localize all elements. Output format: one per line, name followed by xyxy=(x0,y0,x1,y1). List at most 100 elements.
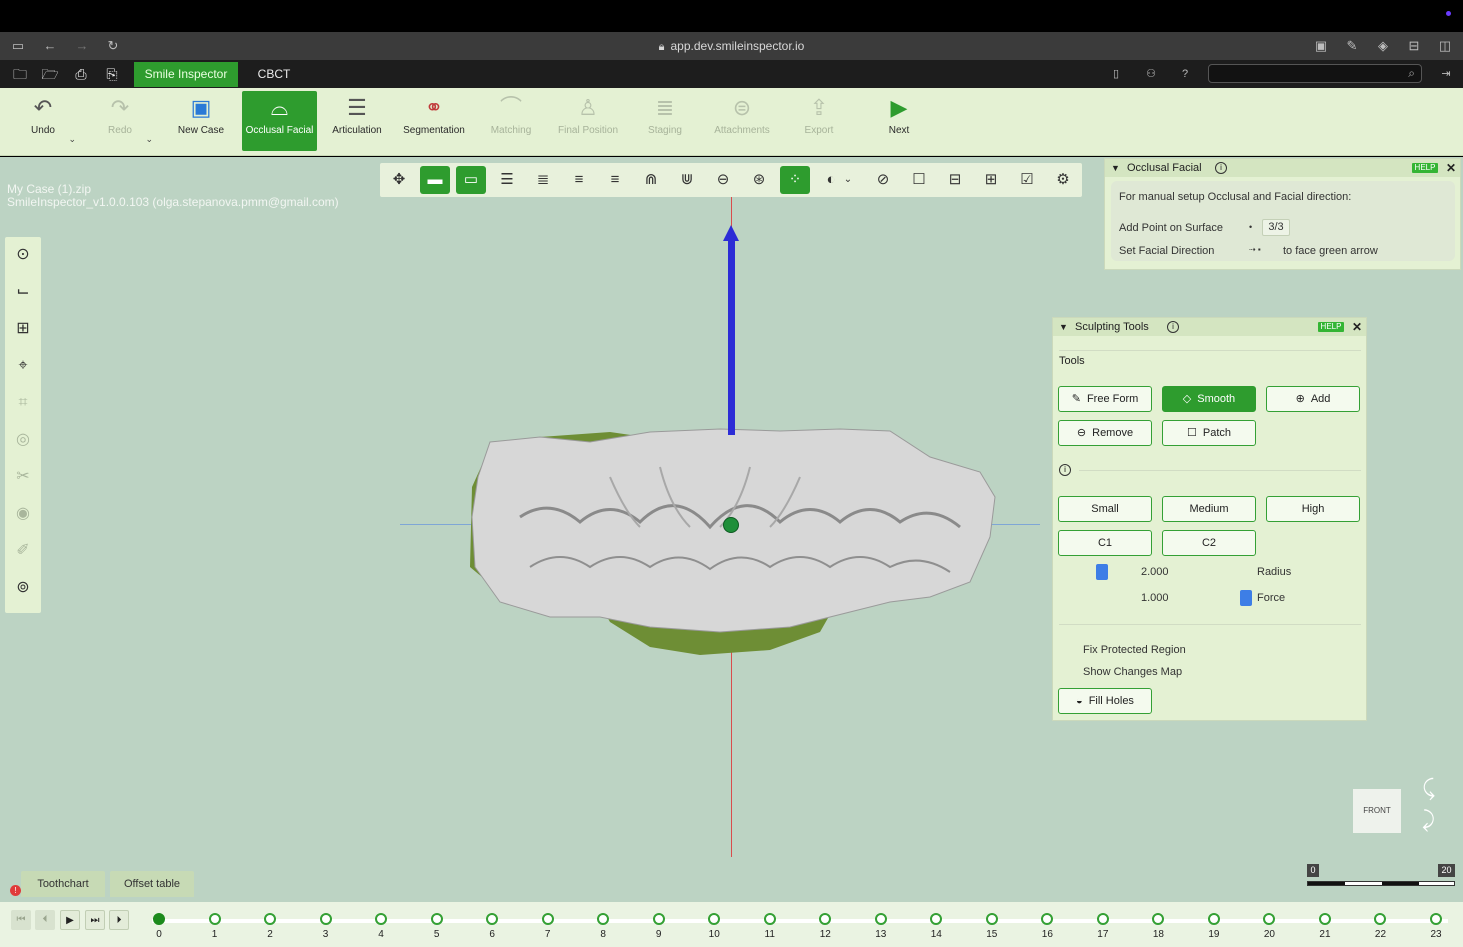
timeline-step[interactable] xyxy=(264,913,277,925)
timeline-step[interactable] xyxy=(1263,913,1276,925)
split-four-icon[interactable]: ⊞ xyxy=(976,166,1006,194)
timeline-step[interactable] xyxy=(930,913,943,925)
timeline-track[interactable] xyxy=(152,919,1448,923)
tab-smile-inspector[interactable]: Smile Inspector xyxy=(134,62,238,87)
chevron-down-icon[interactable]: ⌄ xyxy=(68,134,76,145)
help-button[interactable]: HELP xyxy=(1318,322,1344,332)
rotate-up-icon[interactable]: ⤹ xyxy=(1422,775,1435,801)
redo-button[interactable]: ↷ Redo ⌄ xyxy=(83,91,157,151)
measure-icon[interactable]: ⌗ xyxy=(7,387,39,419)
users-icon[interactable]: ⚇ xyxy=(1143,66,1159,82)
extension-icon[interactable]: ▣ xyxy=(1313,38,1329,54)
info-icon[interactable]: i xyxy=(1059,464,1071,476)
settings-icon[interactable]: ⚙ xyxy=(1048,166,1078,194)
timeline-step[interactable] xyxy=(208,913,221,925)
address-bar[interactable]: 🔒︎ app.dev.smileinspector.io xyxy=(0,39,1463,54)
alert-icon[interactable]: ! xyxy=(10,885,21,896)
matching-button[interactable]: ⌒ Matching xyxy=(474,91,548,151)
medium-button[interactable]: Medium xyxy=(1162,496,1256,522)
free-form-button[interactable]: ✎ Free Form xyxy=(1058,386,1152,412)
close-icon[interactable]: ✕ xyxy=(1446,159,1456,177)
close-icon[interactable]: ✕ xyxy=(1352,318,1362,336)
split-two-icon[interactable]: ⊟ xyxy=(940,166,970,194)
timeline-step[interactable] xyxy=(1430,913,1442,925)
fix-protected-region-checkbox[interactable]: Fix Protected Region xyxy=(1083,644,1186,656)
prev-step-icon[interactable]: ⏴ xyxy=(35,910,55,930)
timeline-step[interactable] xyxy=(1152,913,1165,925)
help-button[interactable]: HELP xyxy=(1412,163,1438,173)
fill-holes-button[interactable]: ◒ Fill Holes xyxy=(1058,688,1152,714)
timeline-step[interactable] xyxy=(708,913,721,925)
open-file-icon[interactable]: 🗁 xyxy=(41,65,59,83)
add-button[interactable]: ⊕ Add xyxy=(1266,386,1360,412)
high-button[interactable]: High xyxy=(1266,496,1360,522)
facial-direction-arrow[interactable] xyxy=(728,239,735,435)
export-button[interactable]: ⇪ Export xyxy=(782,91,856,151)
arch-icon[interactable]: ⋒ xyxy=(636,166,666,194)
upper-jaw-icon[interactable]: ▬ xyxy=(420,166,450,194)
left-view-icon[interactable]: ≡ xyxy=(564,166,594,194)
right-view-icon[interactable]: ≡ xyxy=(600,166,630,194)
chevron-down-icon[interactable]: ▼ xyxy=(1059,318,1068,336)
timeline-step[interactable] xyxy=(1096,913,1109,925)
timeline-step[interactable] xyxy=(375,913,388,925)
save-icon[interactable]: ⎙ xyxy=(72,65,90,83)
bite-icon[interactable]: ≣ xyxy=(528,166,558,194)
timeline-step[interactable] xyxy=(763,913,776,925)
check-icon[interactable]: ☑ xyxy=(1012,166,1042,194)
force-slider-handle[interactable] xyxy=(1240,590,1252,606)
open-folder-icon[interactable]: 🗀 xyxy=(11,65,29,83)
axis-icon[interactable]: ⌙ xyxy=(7,276,39,308)
timeline-step[interactable] xyxy=(874,913,887,925)
timeline-step[interactable] xyxy=(1374,913,1387,925)
next-button[interactable]: ▶ Next xyxy=(862,91,936,151)
next-step-icon[interactable]: ⏭ xyxy=(85,910,105,930)
chevron-down-icon[interactable]: ▼ xyxy=(1111,159,1120,177)
timeline-step[interactable] xyxy=(1041,913,1054,925)
tab-offset-table[interactable]: Offset table xyxy=(110,871,194,897)
undo-button[interactable]: ↶ Undo ⌄ xyxy=(6,91,80,151)
timeline-step[interactable] xyxy=(819,913,832,925)
pen-icon[interactable]: ✎ xyxy=(1344,38,1360,54)
3d-viewport[interactable]: My Case (1).zip SmileInspector_v1.0.0.10… xyxy=(0,157,1463,947)
articulation-button[interactable]: ☰ Articulation xyxy=(320,91,394,151)
timeline-step[interactable] xyxy=(153,913,165,925)
overlay-icon[interactable]: ◉ xyxy=(7,498,39,530)
info-icon[interactable]: i xyxy=(1167,321,1179,333)
grid-sphere-icon[interactable]: ⊛ xyxy=(744,166,774,194)
logout-icon[interactable]: ⇥ xyxy=(1438,66,1454,82)
share-icon[interactable]: ⊟ xyxy=(1406,38,1422,54)
dental-model[interactable] xyxy=(460,417,1005,657)
plane-icon[interactable]: ⌖ xyxy=(7,350,39,382)
rotate-down-icon[interactable]: ⤸ xyxy=(1422,807,1435,833)
first-step-icon[interactable]: ⏮ xyxy=(11,910,31,930)
layers-icon[interactable]: ◈ xyxy=(1375,38,1391,54)
patch-button[interactable]: ☐ Patch xyxy=(1162,420,1256,446)
c1-button[interactable]: C1 xyxy=(1058,530,1152,556)
view-cube[interactable]: FRONT xyxy=(1353,789,1401,833)
remove-button[interactable]: ⊖ Remove xyxy=(1058,420,1152,446)
search-input[interactable]: ⌕ xyxy=(1208,64,1422,83)
document-icon[interactable]: ▯ xyxy=(1108,66,1124,82)
cut-icon[interactable]: ✂ xyxy=(7,461,39,493)
occlusal-facial-button[interactable]: ⌓ Occlusal Facial xyxy=(242,91,317,151)
inspect-icon[interactable]: ⊚ xyxy=(7,572,39,604)
small-button[interactable]: Small xyxy=(1058,496,1152,522)
hide-icon[interactable]: ⊘ xyxy=(868,166,898,194)
points-icon[interactable]: ⁘ xyxy=(780,166,810,194)
lower-arch-icon[interactable]: ⋓ xyxy=(672,166,702,194)
final-position-button[interactable]: ♙ Final Position xyxy=(551,91,625,151)
lower-jaw-icon[interactable]: ▭ xyxy=(456,166,486,194)
info-icon[interactable]: i xyxy=(1215,162,1227,174)
target-icon[interactable]: ◎ xyxy=(7,424,39,456)
timeline-step[interactable] xyxy=(652,913,665,925)
radius-slider-handle[interactable] xyxy=(1096,564,1108,580)
timeline-step[interactable] xyxy=(985,913,998,925)
save-as-icon[interactable]: ⎘ xyxy=(103,65,121,83)
timeline-step[interactable] xyxy=(430,913,443,925)
play-icon[interactable]: ▶ xyxy=(60,910,80,930)
grid-icon[interactable]: ⊞ xyxy=(7,313,39,345)
move-icon[interactable]: ✥ xyxy=(384,166,414,194)
timeline-step[interactable] xyxy=(1207,913,1220,925)
front-view-icon[interactable]: ⊖ xyxy=(708,166,738,194)
